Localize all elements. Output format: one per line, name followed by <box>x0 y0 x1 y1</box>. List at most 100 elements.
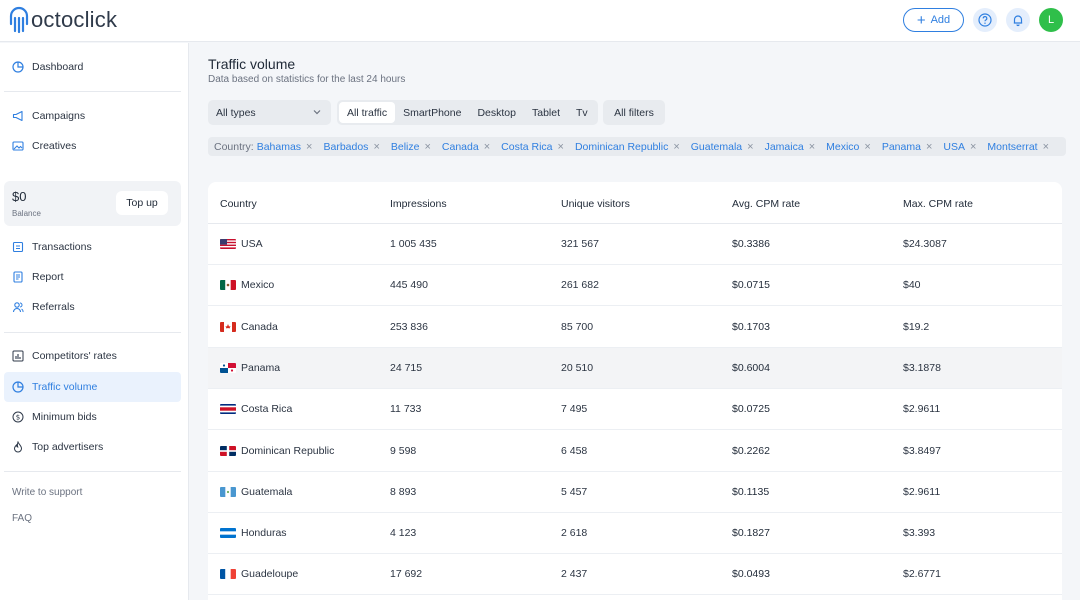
close-icon[interactable]: × <box>1043 141 1049 153</box>
chevron-down-icon <box>313 110 321 115</box>
country-chip[interactable]: Dominican Republic × <box>575 141 680 153</box>
table-row[interactable]: Guadeloupe 17 692 2 437 $0.0493 $2.6771 <box>208 554 1062 596</box>
flag-icon <box>220 362 236 373</box>
cell-unique-visitors: 2 437 <box>561 568 588 581</box>
country-chip[interactable]: Costa Rica × <box>501 141 564 153</box>
sidebar-item-dashboard[interactable]: Dashboard <box>4 52 181 82</box>
table-row[interactable]: Dominican Republic 9 598 6 458 $0.2262 $3.84… <box>208 431 1062 472</box>
cell-impressions: 24 715 <box>390 361 423 374</box>
country-chip[interactable]: USA × <box>943 141 976 153</box>
table-row[interactable]: Guatemala 8 893 5 457 $0.1135 $2.9611 <box>208 472 1062 513</box>
close-icon[interactable]: × <box>864 141 870 153</box>
country-chip[interactable]: Belize × <box>391 141 431 153</box>
cell-avg-cpm: $0.0725 <box>732 403 770 416</box>
segment-tv[interactable]: Tv <box>568 102 596 123</box>
country-chip[interactable]: Panama × <box>882 141 933 153</box>
country-name: Mexico <box>241 279 275 292</box>
table-row[interactable]: Honduras 4 123 2 618 $0.1827 $3.393 <box>208 513 1062 555</box>
sidebar-item-competitors-rates[interactable]: Competitors' rates <box>4 341 181 371</box>
chip-label: Costa Rica <box>501 140 553 153</box>
logo-icon <box>9 6 29 34</box>
sidebar-item-label: Traffic volume <box>32 381 98 393</box>
wallet-icon <box>12 241 24 253</box>
segment-smartphone[interactable]: SmartPhone <box>395 102 469 123</box>
close-icon[interactable]: × <box>373 141 379 153</box>
logo[interactable]: octoclick <box>8 6 117 34</box>
country-chip[interactable]: Mexico × <box>826 141 871 153</box>
country-name: Honduras <box>241 527 287 540</box>
country-chip[interactable]: Montserrat × <box>987 141 1049 153</box>
chip-label: Canada <box>441 140 479 153</box>
sidebar-item-traffic-volume[interactable]: Traffic volume <box>4 372 181 402</box>
country-chip[interactable]: Canada × <box>442 141 490 153</box>
country-filter-chips: Country: Bahamas × Barbados × Belize × Cana… <box>208 137 1067 156</box>
close-icon[interactable]: × <box>970 141 976 153</box>
table-row[interactable]: Costa Rica 11 733 7 495 $0.0725 $2.9611 <box>208 389 1062 431</box>
sidebar-item-label: Dashboard <box>32 61 84 73</box>
close-icon[interactable]: × <box>424 141 430 153</box>
sidebar-item-referrals[interactable]: Referrals <box>4 292 181 322</box>
country-filter-label: Country: <box>214 140 254 153</box>
column-header-unique-visitors[interactable]: Unique visitors <box>561 198 630 210</box>
close-icon[interactable]: × <box>809 141 815 153</box>
traffic-table: Country Impressions Unique visitors Avg.… <box>208 182 1062 600</box>
table-row[interactable]: USA 1 005 435 321 567 $0.3386 $24.3087 <box>208 224 1062 265</box>
country-chip[interactable]: Bahamas × <box>257 141 313 153</box>
country-chip[interactable]: Jamaica × <box>765 141 816 153</box>
notifications-button[interactable] <box>1006 8 1030 32</box>
column-header-max-cpm[interactable]: Max. CPM rate <box>903 198 973 210</box>
sidebar-item-top-advertisers[interactable]: Top advertisers <box>4 432 181 462</box>
chip-label: USA <box>943 140 965 153</box>
cell-max-cpm: $40 <box>903 279 921 292</box>
types-select[interactable]: All types <box>208 100 331 125</box>
close-icon[interactable]: × <box>747 141 753 153</box>
balance-card: $0 Balance Top up <box>4 181 181 226</box>
country-chip[interactable]: Guatemala × <box>691 141 754 153</box>
close-icon[interactable]: × <box>926 141 932 153</box>
add-button[interactable]: + Add <box>903 8 964 32</box>
all-filters-button[interactable]: All filters <box>603 100 665 125</box>
sidebar-item-label: Campaigns <box>32 110 86 122</box>
avatar[interactable]: L <box>1039 8 1063 32</box>
sidebar-item-campaigns[interactable]: Campaigns <box>4 101 181 131</box>
sidebar-item-transactions[interactable]: Transactions <box>4 232 181 262</box>
chip-label: Montserrat <box>987 140 1038 153</box>
table-row[interactable]: Canada 253 836 85 700 $0.1703 $19.2 <box>208 307 1062 348</box>
table-row[interactable]: Panama 24 715 20 510 $0.6004 $3.1878 <box>208 347 1062 389</box>
users-icon <box>12 301 24 313</box>
column-header-country[interactable]: Country <box>220 198 257 210</box>
close-icon[interactable]: × <box>306 141 312 153</box>
cell-country: Honduras <box>220 527 287 539</box>
cell-avg-cpm: $0.6004 <box>732 361 770 374</box>
sidebar-item-label: Creatives <box>32 140 77 152</box>
help-button[interactable] <box>973 8 997 32</box>
close-icon[interactable]: × <box>673 141 679 153</box>
country-chip[interactable]: Barbados × <box>323 141 379 153</box>
plus-icon: + <box>916 11 926 29</box>
cell-country: Costa Rica <box>220 403 292 415</box>
segment-tablet[interactable]: Tablet <box>524 102 568 123</box>
cell-country: USA <box>220 238 263 250</box>
page-title: Traffic volume <box>208 56 296 72</box>
close-icon[interactable]: × <box>558 141 564 153</box>
table-header: Country Impressions Unique visitors Avg.… <box>208 182 1062 224</box>
top-up-button[interactable]: Top up <box>116 191 168 215</box>
faq-link[interactable]: FAQ <box>12 513 32 524</box>
column-header-impressions[interactable]: Impressions <box>390 198 447 210</box>
balance-label: Balance <box>12 209 41 218</box>
cell-max-cpm: $2.6771 <box>903 568 941 581</box>
segment-all-traffic[interactable]: All traffic <box>339 102 396 123</box>
cell-max-cpm: $3.393 <box>903 527 936 540</box>
sidebar-item-label: Minimum bids <box>32 411 97 423</box>
sidebar-item-report[interactable]: Report <box>4 262 181 292</box>
table-row[interactable]: Mexico 445 490 261 682 $0.0715 $40 <box>208 265 1062 307</box>
cell-country: Mexico <box>220 279 274 291</box>
close-icon[interactable]: × <box>484 141 490 153</box>
report-icon <box>12 271 24 283</box>
cell-avg-cpm: $0.3386 <box>732 238 770 250</box>
sidebar-item-minimum-bids[interactable]: $ Minimum bids <box>4 402 181 432</box>
write-to-support-link[interactable]: Write to support <box>12 487 82 498</box>
segment-desktop[interactable]: Desktop <box>469 102 524 123</box>
column-header-avg-cpm[interactable]: Avg. CPM rate <box>732 198 800 210</box>
sidebar-item-creatives[interactable]: Creatives <box>4 131 181 161</box>
